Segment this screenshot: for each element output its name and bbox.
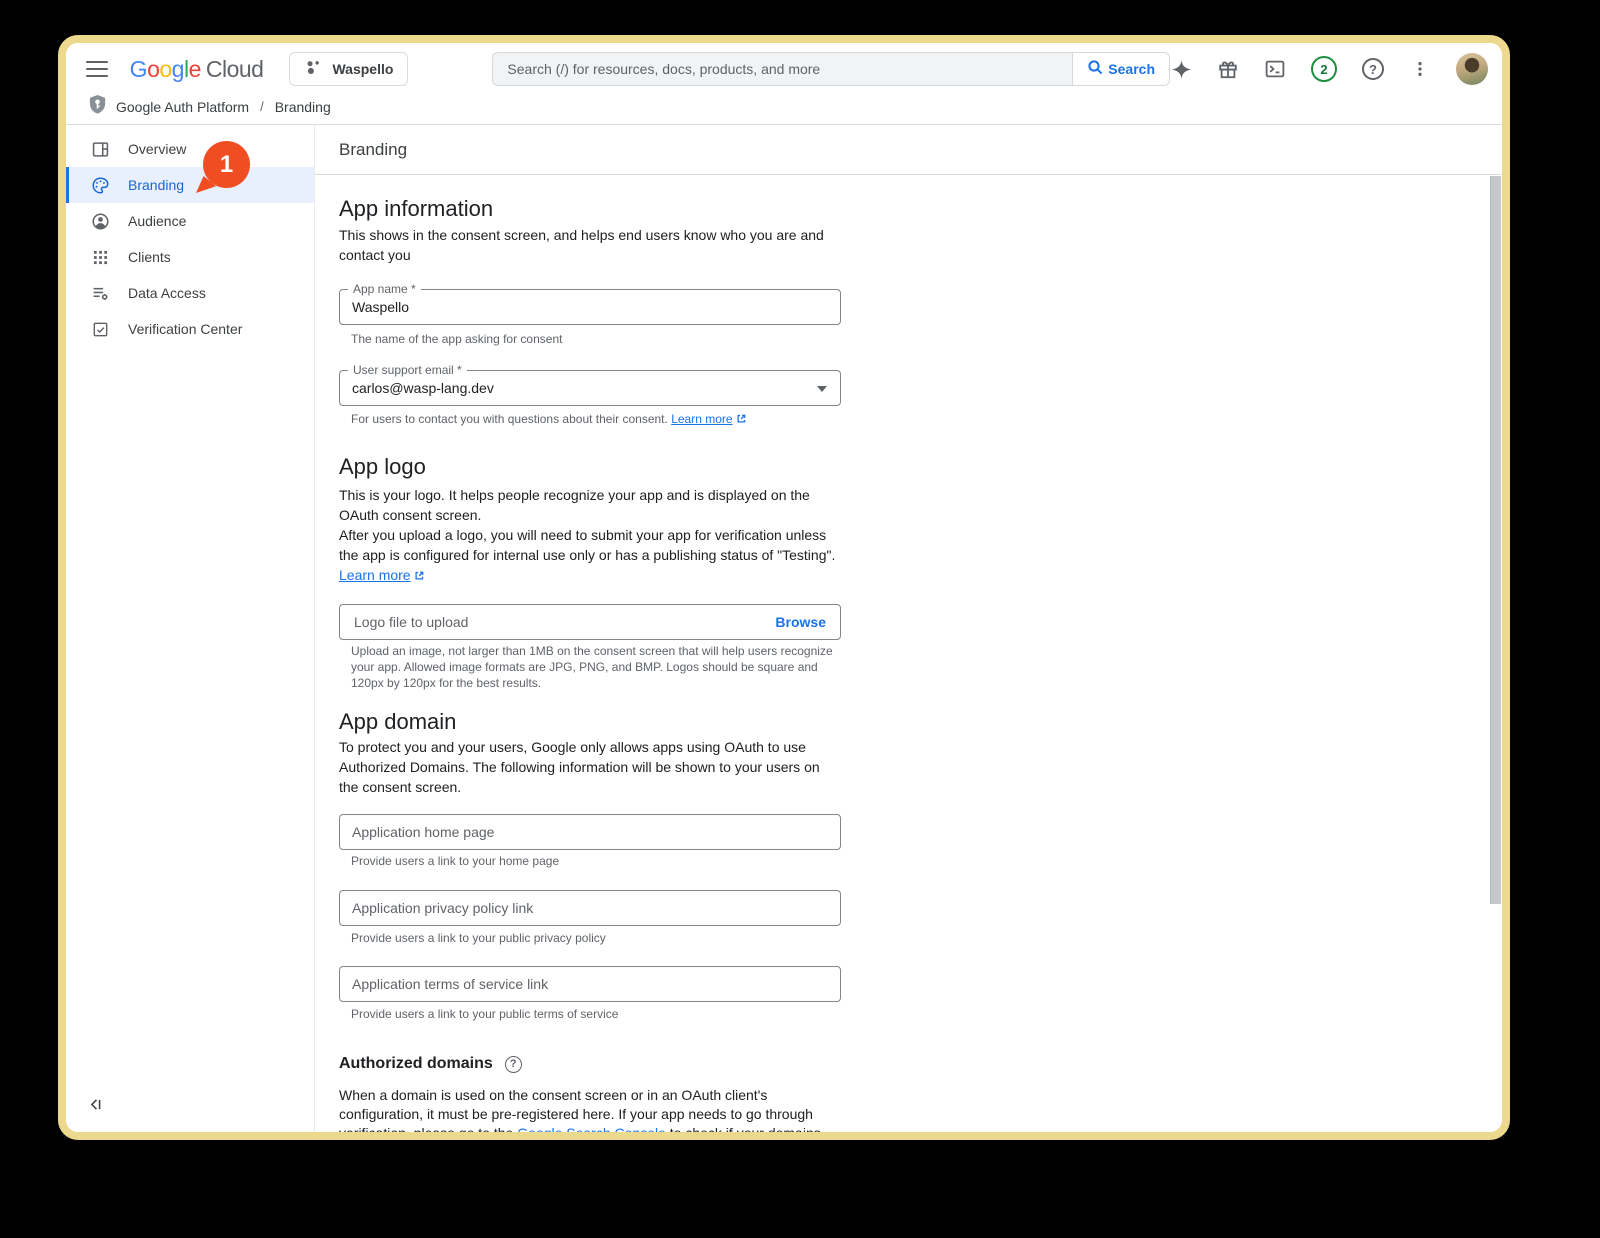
vertical-scrollbar[interactable]: [1490, 176, 1501, 904]
sidebar-item-branding[interactable]: Branding: [66, 167, 314, 203]
authorized-domains-description: When a domain is used on the consent scr…: [339, 1086, 844, 1132]
breadcrumb-separator: /: [260, 99, 264, 114]
logo-letter: e: [188, 55, 202, 82]
support-email-learn-more-link[interactable]: Learn more: [671, 412, 746, 426]
app-logo-learn-more-link[interactable]: Learn more: [339, 567, 425, 583]
privacy-policy-input[interactable]: [339, 890, 841, 926]
page-title: Branding: [315, 125, 1502, 175]
breadcrumb-root[interactable]: Google Auth Platform: [116, 99, 249, 115]
help-icon[interactable]: ?: [1362, 58, 1384, 80]
app-domain-heading: App domain: [339, 709, 457, 734]
google-search-console-link[interactable]: Google Search Console: [517, 1125, 666, 1132]
app-information-description: This shows in the consent screen, and he…: [339, 227, 824, 263]
app-information-heading: App information: [339, 196, 494, 221]
terms-of-service-input[interactable]: [339, 966, 841, 1002]
sidebar-item-clients[interactable]: Clients: [66, 239, 314, 275]
help-circle-icon[interactable]: ?: [504, 1055, 522, 1073]
learn-more-label: Learn more: [339, 567, 411, 583]
cloud-shell-sessions-badge[interactable]: 2: [1311, 56, 1337, 82]
app-logo-heading: App logo: [339, 454, 426, 479]
support-email-label: User support email *: [348, 363, 467, 377]
global-search: Search: [492, 52, 1170, 86]
sidebar-item-verification-center[interactable]: Verification Center: [66, 311, 314, 347]
logo-letter: o: [159, 55, 172, 82]
sidebar-item-label: Audience: [128, 213, 187, 229]
sidebar-item-label: Overview: [128, 141, 187, 157]
breadcrumb-current: Branding: [274, 98, 331, 115]
breadcrumb: Google Auth Platform / Branding: [66, 94, 1502, 125]
support-email-field: User support email *: [339, 363, 841, 406]
app-name-helper: The name of the app asking for consent: [351, 332, 563, 346]
home-page-helper: Provide users a link to your home page: [351, 854, 560, 868]
home-page-field: [339, 814, 841, 850]
checkbox-check-icon: [90, 319, 110, 339]
app-name-field: App name *: [339, 282, 841, 325]
sidebar-item-label: Data Access: [128, 285, 206, 301]
sidebar-item-label: Branding: [128, 177, 185, 193]
support-email-helper-text: For users to contact you with questions …: [351, 412, 668, 426]
learn-more-label: Learn more: [671, 412, 733, 426]
search-input[interactable]: [492, 52, 1073, 86]
app-logo-description-2: After you upload a logo, you will need t…: [339, 527, 836, 563]
privacy-policy-field: [339, 890, 841, 926]
app-logo-learn-more: Learn more: [339, 565, 841, 585]
gemini-sparkle-icon[interactable]: [1170, 58, 1192, 80]
project-icon: [304, 58, 323, 80]
search-button[interactable]: Search: [1072, 52, 1170, 86]
support-email-helper: For users to contact you with questions …: [351, 411, 841, 427]
privacy-policy-helper: Provide users a link to your public priv…: [351, 931, 606, 945]
top-app-bar: Google Cloud Waspello Search (/) for res…: [66, 43, 1502, 95]
authorized-domains-heading: Authorized domains: [339, 1055, 493, 1072]
search-button-label: Search: [1108, 61, 1155, 77]
cloud-shell-icon[interactable]: [1264, 58, 1286, 80]
person-icon: [90, 211, 110, 231]
main-content: Branding App information This shows in t…: [315, 125, 1502, 1132]
overview-icon: [90, 139, 110, 159]
menu-icon[interactable]: [86, 61, 108, 77]
external-link-icon: [415, 571, 423, 580]
sidebar-item-label: Verification Center: [128, 321, 243, 337]
sidebar-item-audience[interactable]: Audience: [66, 203, 314, 239]
terms-of-service-helper: Provide users a link to your public term…: [351, 1007, 619, 1021]
terms-of-service-field: [339, 966, 841, 1002]
project-selector[interactable]: Waspello: [289, 52, 409, 86]
logo-letter: o: [147, 55, 160, 82]
app-name-label: App name *: [348, 282, 421, 296]
chevron-down-icon[interactable]: [817, 386, 827, 392]
app-domain-description: To protect you and your users, Google on…: [339, 739, 820, 795]
list-settings-icon: [90, 283, 110, 303]
browser-window: Google Cloud Waspello Search (/) for res…: [58, 35, 1510, 1140]
logo-upload-placeholder: Logo file to upload: [354, 614, 469, 630]
logo-cloud-text: Cloud: [205, 55, 264, 82]
search-icon: [1087, 59, 1104, 79]
app-logo-description-1: This is your logo. It helps people recog…: [339, 487, 810, 523]
sidebar-item-label: Clients: [128, 249, 171, 265]
more-vertical-icon[interactable]: [1409, 58, 1431, 80]
google-cloud-logo[interactable]: Google Cloud: [130, 56, 264, 83]
palette-icon: [90, 175, 110, 195]
user-avatar[interactable]: [1456, 53, 1488, 85]
page-title-text: Branding: [339, 139, 408, 159]
sidebar-nav: Overview Branding Audience Clients Data …: [66, 125, 315, 1132]
authorized-domains-header: Authorized domains ?: [339, 1055, 875, 1073]
browse-button[interactable]: Browse: [775, 614, 826, 630]
external-link-icon: [737, 414, 745, 423]
logo-upload-helper: Upload an image, not larger than 1MB on …: [351, 644, 833, 690]
header-actions: 2 ?: [1170, 53, 1488, 85]
grid-icon: [90, 247, 110, 267]
sidebar-item-overview[interactable]: Overview: [66, 131, 314, 167]
auth-platform-shield-icon: [88, 94, 107, 120]
collapse-sidebar-icon[interactable]: [88, 1096, 105, 1118]
logo-letter: G: [129, 55, 148, 82]
logo-upload-field[interactable]: Logo file to upload Browse: [339, 604, 841, 640]
sidebar-item-data-access[interactable]: Data Access: [66, 275, 314, 311]
logo-letter: g: [171, 55, 185, 82]
gift-icon[interactable]: [1217, 58, 1239, 80]
home-page-input[interactable]: [339, 814, 841, 850]
project-name: Waspello: [332, 61, 394, 77]
